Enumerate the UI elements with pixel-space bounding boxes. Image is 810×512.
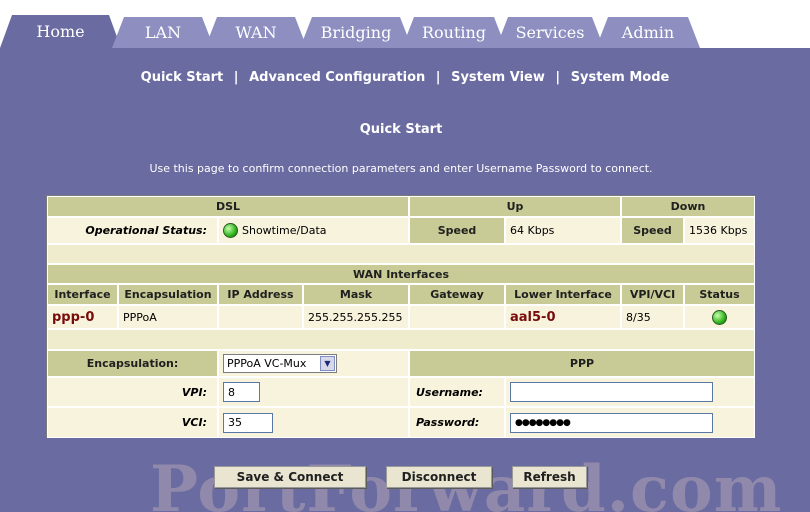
- dsl-down-header: Down: [621, 196, 755, 217]
- subnav-separator: |: [555, 70, 561, 85]
- tab-home[interactable]: Home: [0, 15, 121, 48]
- tab-bridging[interactable]: Bridging: [300, 17, 412, 48]
- col-gateway: Gateway: [409, 284, 505, 305]
- operational-status-text: Showtime/Data: [242, 224, 327, 237]
- tab-wan[interactable]: WAN: [205, 17, 307, 48]
- quick-start-panel: DSL Up Down Operational Status: Showtime…: [46, 195, 755, 438]
- wan-gateway-value: [409, 305, 505, 329]
- col-status: Status: [684, 284, 755, 305]
- chevron-down-icon[interactable]: ▼: [320, 356, 335, 371]
- subnav-separator: |: [233, 70, 239, 85]
- col-ip-address: IP Address: [218, 284, 303, 305]
- page-description: Use this page to confirm connection para…: [149, 162, 653, 175]
- status-led-icon: [223, 223, 238, 238]
- wan-interfaces-header: WAN Interfaces: [47, 264, 755, 284]
- username-input[interactable]: [510, 382, 713, 402]
- wan-mask-value: 255.255.255.255: [303, 305, 409, 329]
- col-mask: Mask: [303, 284, 409, 305]
- subnav-system-view[interactable]: System View: [451, 70, 545, 85]
- encapsulation-selected-value: PPPoA VC-Mux: [227, 357, 307, 370]
- up-speed-label: Speed: [409, 217, 505, 244]
- dsl-header: DSL: [47, 196, 409, 217]
- wan-status-led-icon: [712, 309, 727, 325]
- col-lower-interface: Lower Interface: [505, 284, 621, 305]
- up-speed-value: 64 Kbps: [505, 217, 621, 244]
- vpi-label: VPI:: [47, 377, 218, 407]
- tab-services[interactable]: Services: [496, 17, 604, 48]
- sub-navigation: Quick Start | Advanced Configuration | S…: [0, 70, 810, 85]
- vci-cell: 35: [218, 407, 409, 438]
- ppp-header: PPP: [409, 350, 755, 377]
- wan-ip-address-value: [218, 305, 303, 329]
- tab-routing[interactable]: Routing: [402, 17, 506, 48]
- wan-status-value: [684, 305, 755, 329]
- down-speed-value: 1536 Kbps: [684, 217, 755, 244]
- tab-lan[interactable]: LAN: [112, 17, 214, 48]
- wan-interface-value[interactable]: ppp-0: [47, 305, 118, 329]
- encapsulation-label: Encapsulation:: [47, 350, 218, 377]
- wan-encapsulation-value: PPPoA: [118, 305, 218, 329]
- encapsulation-select[interactable]: PPPoA VC-Mux ▼: [223, 354, 337, 373]
- vci-input[interactable]: 35: [223, 412, 273, 433]
- spacer-row-2: [47, 329, 755, 350]
- save-connect-button[interactable]: Save & Connect: [214, 466, 366, 488]
- spacer-row: [47, 244, 755, 264]
- subnav-advanced-configuration[interactable]: Advanced Configuration: [249, 70, 425, 85]
- col-vpi-vci: VPI/VCI: [621, 284, 684, 305]
- dsl-up-header: Up: [409, 196, 621, 217]
- page-title: Quick Start: [359, 122, 443, 137]
- col-encapsulation: Encapsulation: [118, 284, 218, 305]
- wan-vpi-vci-value: 8/35: [621, 305, 684, 329]
- down-speed-label: Speed: [621, 217, 684, 244]
- refresh-button[interactable]: Refresh: [512, 466, 587, 488]
- operational-status-value: Showtime/Data: [218, 217, 409, 244]
- vpi-cell: 8: [218, 377, 409, 407]
- wan-lower-interface-value[interactable]: aal5-0: [505, 305, 621, 329]
- password-cell: ●●●●●●●●: [505, 407, 755, 438]
- subnav-quick-start[interactable]: Quick Start: [141, 70, 224, 85]
- vpi-input[interactable]: 8: [223, 382, 260, 402]
- username-cell: [505, 377, 755, 407]
- tab-bar: Home LAN WAN Bridging Routing Services A…: [0, 0, 810, 48]
- operational-status-label: Operational Status:: [47, 217, 218, 244]
- disconnect-button[interactable]: Disconnect: [386, 466, 492, 488]
- encapsulation-cell: PPPoA VC-Mux ▼: [218, 350, 409, 377]
- password-label: Password:: [409, 407, 505, 438]
- subnav-separator: |: [435, 70, 441, 85]
- username-label: Username:: [409, 377, 505, 407]
- password-input[interactable]: ●●●●●●●●: [510, 412, 713, 433]
- vci-label: VCI:: [47, 407, 218, 438]
- tab-admin[interactable]: Admin: [596, 17, 700, 48]
- col-interface: Interface: [47, 284, 118, 305]
- subnav-system-mode[interactable]: System Mode: [571, 70, 670, 85]
